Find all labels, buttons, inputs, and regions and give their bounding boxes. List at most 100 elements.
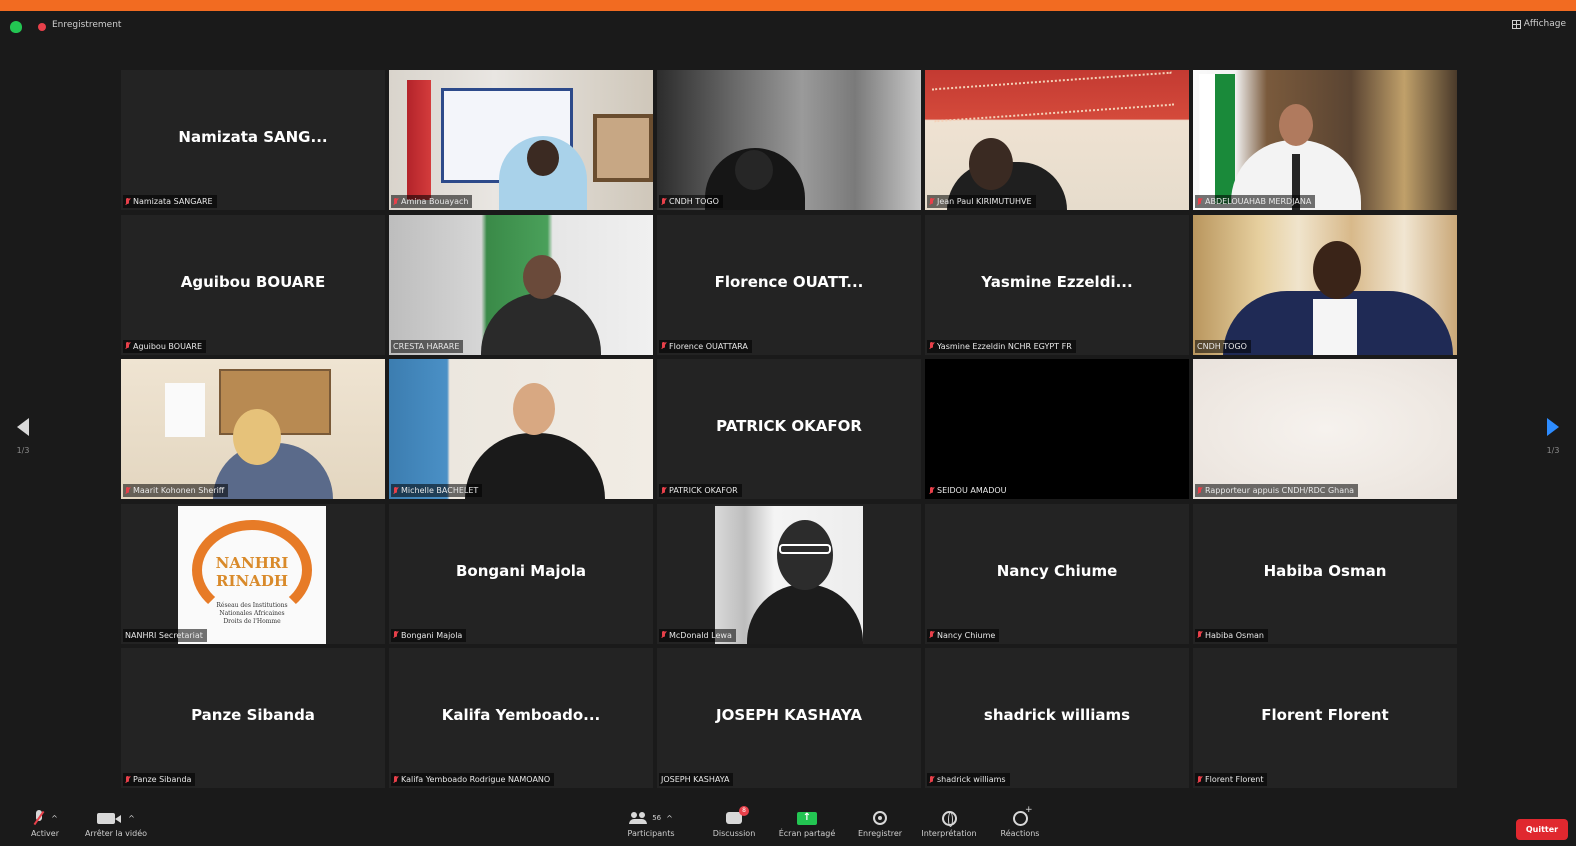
share-screen-icon: ↑ bbox=[797, 811, 817, 825]
mic-muted-icon bbox=[393, 197, 398, 206]
chat-button[interactable]: 8 Discussion bbox=[704, 806, 764, 838]
participant-display-name: Florence OUATT... bbox=[714, 272, 864, 291]
participant-display-name: PATRICK OKAFOR bbox=[716, 417, 862, 435]
reactions-button[interactable]: Réactions bbox=[992, 805, 1048, 839]
participant-name-label: shadrick williams bbox=[927, 773, 1010, 786]
participant-tile[interactable]: Jean Paul KIRIMUTUHVE bbox=[925, 70, 1189, 210]
previous-page-button[interactable]: 1/3 bbox=[8, 418, 38, 455]
page-indicator-left: 1/3 bbox=[16, 446, 30, 455]
participant-display-name: Panze Sibanda bbox=[191, 706, 315, 724]
logo-line2: RINADH bbox=[215, 571, 288, 590]
chat-badge: 8 bbox=[739, 806, 749, 816]
record-button[interactable]: Enregistrer bbox=[852, 808, 908, 838]
mic-muted-icon bbox=[661, 631, 666, 639]
participants-button[interactable]: 56 ^ Participants bbox=[616, 808, 686, 838]
participant-name: NANHRI Secretariat bbox=[125, 630, 203, 640]
view-button[interactable]: Affichage bbox=[1511, 19, 1566, 29]
participant-tile[interactable]: SEIDOU AMADOU bbox=[925, 359, 1189, 499]
participant-tile[interactable]: Yasmine Ezzeldi... Yasmine Ezzeldin NCHR … bbox=[925, 214, 1189, 355]
participant-tile[interactable]: Amina Bouayach bbox=[389, 70, 653, 210]
participant-tile[interactable]: JOSEPH KASHAYA JOSEPH KASHAYA bbox=[657, 648, 921, 788]
record-label: Enregistrer bbox=[857, 829, 903, 838]
participant-tile[interactable]: Kalifa Yemboado... Kalifa Yemboado Rodrig… bbox=[389, 648, 653, 788]
participant-tile[interactable]: Nancy Chiume Nancy Chiume bbox=[925, 503, 1189, 644]
shield-icon[interactable] bbox=[10, 21, 22, 33]
nanhri-logo: NANHRI RINADH Réseau des Institutions Natio… bbox=[178, 505, 326, 644]
participant-name-label: CNDH TOGO bbox=[659, 195, 723, 208]
share-screen-label: Écran partagé bbox=[778, 829, 836, 838]
participant-tile[interactable]: Panze Sibanda Panze Sibanda bbox=[121, 648, 385, 788]
video-feed bbox=[1193, 214, 1457, 355]
participant-name-label: Yasmine Ezzeldin NCHR EGYPT FR bbox=[927, 339, 1076, 353]
mic-muted-icon bbox=[929, 775, 934, 784]
participant-name-label: CRESTA HARARE bbox=[391, 339, 464, 353]
participant-tile[interactable]: Aguibou BOUARE Aguibou BOUARE bbox=[121, 214, 385, 355]
participant-name: Nancy Chiume bbox=[937, 630, 996, 640]
participant-name: Aguibou BOUARE bbox=[133, 341, 203, 351]
caret-up-icon[interactable]: ^ bbox=[666, 814, 673, 823]
mic-off-icon bbox=[32, 809, 46, 827]
participant-name: Michelle BACHELET bbox=[401, 486, 479, 495]
participant-name-label: Bongani Majola bbox=[391, 628, 467, 642]
video-feed bbox=[1193, 359, 1457, 499]
participant-tile[interactable]: NANHRI RINADH Réseau des Institutions Natio… bbox=[121, 503, 385, 644]
recording-label[interactable]: Enregistrement bbox=[52, 20, 121, 30]
participant-tile[interactable]: PATRICK OKAFOR PATRICK OKAFOR bbox=[657, 359, 921, 499]
profile-photo bbox=[715, 505, 863, 644]
participant-gallery: Namizata SANG... Namizata SANGARE Amina Bo… bbox=[121, 70, 1457, 788]
logo-sub3: Droits de l'Homme bbox=[223, 617, 281, 625]
caret-up-icon[interactable]: ^ bbox=[51, 814, 58, 823]
page-indicator-right: 1/3 bbox=[1546, 446, 1560, 455]
video-feed bbox=[925, 359, 1189, 499]
participant-tile[interactable]: Maarit Kohonen Sheriff bbox=[121, 359, 385, 499]
participant-tile[interactable]: Namizata SANG... Namizata SANGARE bbox=[121, 70, 385, 210]
participant-name-label: Aguibou BOUARE bbox=[123, 339, 207, 353]
logo-line1: NANHRI bbox=[215, 553, 289, 572]
participant-tile[interactable]: CNDH TOGO bbox=[657, 70, 921, 210]
chat-icon: 8 bbox=[726, 806, 749, 824]
reactions-label: Réactions bbox=[1000, 829, 1040, 838]
share-screen-button[interactable]: ↑ Écran partagé bbox=[774, 808, 840, 838]
participant-tile[interactable]: CRESTA HARARE bbox=[389, 214, 653, 355]
quit-button[interactable]: Quitter bbox=[1516, 819, 1568, 840]
participant-name: Jean Paul KIRIMUTUHVE bbox=[937, 197, 1032, 206]
participant-tile[interactable]: Michelle BACHELET bbox=[389, 359, 653, 499]
participant-name-label: Jean Paul KIRIMUTUHVE bbox=[927, 195, 1036, 208]
participant-name: Amina Bouayach bbox=[401, 197, 469, 206]
participant-display-name: Yasmine Ezzeldi... bbox=[981, 272, 1133, 291]
participant-display-name: Aguibou BOUARE bbox=[180, 272, 326, 291]
participant-tile[interactable]: ABDELOUAHAB MERDJANA bbox=[1193, 70, 1457, 210]
interpretation-button[interactable]: Interprétation bbox=[916, 808, 982, 838]
participant-name: Maarit Kohonen Sheriff bbox=[133, 486, 225, 495]
reactions-icon bbox=[1012, 805, 1032, 826]
stop-video-button[interactable]: ^ Arrêter la vidéo bbox=[80, 808, 152, 838]
participant-display-name: Habiba Osman bbox=[1263, 561, 1387, 580]
mic-muted-icon bbox=[393, 486, 398, 495]
logo-sub2: Nationales Africaines bbox=[219, 609, 285, 617]
participant-tile[interactable]: Rapporteur appuis CNDH/RDC Ghana bbox=[1193, 359, 1457, 499]
participant-name: McDonald Lewa bbox=[669, 630, 732, 640]
unmute-label: Activer bbox=[30, 829, 60, 838]
participant-name: CRESTA HARARE bbox=[393, 341, 460, 351]
caret-up-icon[interactable]: ^ bbox=[128, 814, 135, 823]
participant-name-label: JOSEPH KASHAYA bbox=[659, 773, 734, 786]
participant-tile[interactable]: Florent Florent Florent Florent bbox=[1193, 648, 1457, 788]
participant-name-label: Habiba Osman bbox=[1195, 628, 1268, 642]
next-page-button[interactable]: 1/3 bbox=[1538, 418, 1568, 455]
participant-name-label: Nancy Chiume bbox=[927, 628, 1000, 642]
participant-name: JOSEPH KASHAYA bbox=[661, 775, 730, 784]
participant-tile[interactable]: Florence OUATT... Florence OUATTARA bbox=[657, 214, 921, 355]
participant-name: CNDH TOGO bbox=[669, 197, 719, 206]
participant-name-label: Maarit Kohonen Sheriff bbox=[123, 484, 229, 497]
participant-tile[interactable]: CNDH TOGO bbox=[1193, 214, 1457, 355]
participant-tile[interactable]: Bongani Majola Bongani Majola bbox=[389, 503, 653, 644]
video-feed bbox=[389, 359, 653, 499]
participant-tile[interactable]: shadrick williams shadrick williams bbox=[925, 648, 1189, 788]
participant-name: Panze Sibanda bbox=[133, 775, 192, 784]
participant-tile[interactable]: Habiba Osman Habiba Osman bbox=[1193, 503, 1457, 644]
participant-tile[interactable]: McDonald Lewa bbox=[657, 503, 921, 644]
participant-name: ABDELOUAHAB MERDJANA bbox=[1205, 197, 1312, 206]
mic-muted-icon bbox=[125, 342, 130, 350]
unmute-button[interactable]: ^ Activer bbox=[20, 808, 70, 838]
mic-muted-icon bbox=[929, 631, 934, 639]
